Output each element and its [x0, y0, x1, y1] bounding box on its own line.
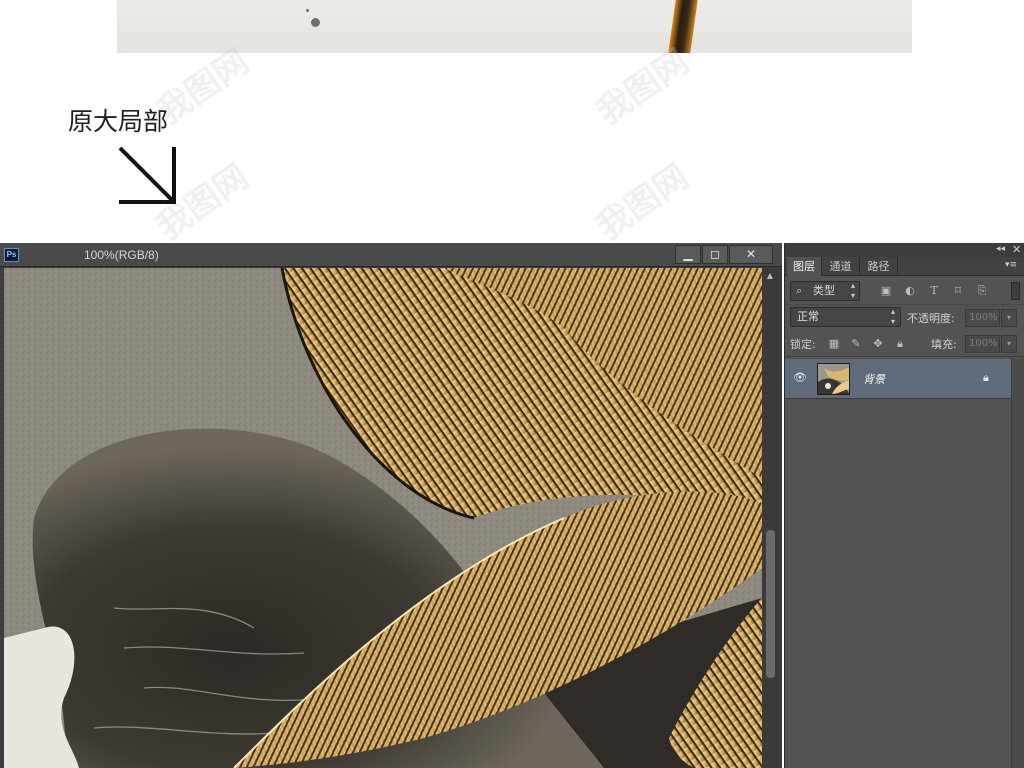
tab-layers[interactable]: 图层	[787, 257, 822, 276]
arrow-down-right-icon	[118, 146, 176, 204]
tab-paths[interactable]: 路径	[860, 257, 898, 276]
filter-kind-label: 类型	[813, 284, 835, 297]
watermark: 我图网	[589, 156, 697, 249]
opacity-field[interactable]: 100%	[965, 309, 1000, 327]
document-canvas[interactable]	[4, 268, 762, 768]
document-titlebar[interactable]: Ps 100%(RGB/8) ▁ ◻ ✕	[0, 243, 782, 267]
lock-all-icon[interactable]: 🔒︎	[893, 337, 907, 351]
layer-filter-row: ⌕ 类型 ▴ ▾ ▣ ◐ T ⌑ ⎘	[785, 277, 1024, 305]
caption-title: 原大局部	[68, 107, 169, 136]
vertical-scrollbar[interactable]: ▲	[763, 268, 777, 768]
layers-panel: ◂◂ ✕ 图层 通道 路径 ▾≡ ⌕ 类型 ▴ ▾ ▣ ◐ T ⌑ ⎘ 正常 ▴ ▾…	[784, 243, 1024, 768]
lock-icon: 🔒︎	[983, 371, 989, 384]
lock-label: 锁定:	[790, 338, 816, 351]
search-icon: ⌕	[796, 284, 803, 297]
preview-speck	[311, 18, 320, 27]
fill-dropdown-icon[interactable]: ▾	[1001, 335, 1017, 353]
close-panel-icon[interactable]: ✕	[1012, 243, 1021, 256]
lock-row: 锁定: ▦ ✎ ✥ 🔒︎ 填充: 100% ▾	[785, 331, 1024, 357]
layer-row[interactable]: 👁︎ 背景 🔒︎	[785, 359, 1011, 399]
scroll-up-arrow-icon[interactable]: ▲	[765, 271, 775, 281]
panel-header-bar: ◂◂ ✕	[785, 243, 1024, 257]
blend-mode-value: 正常	[797, 310, 819, 323]
maximize-button[interactable]: ◻	[702, 245, 728, 264]
adjustment-filter-icon[interactable]: ◐	[904, 285, 916, 297]
lock-move-icon[interactable]: ✥	[871, 337, 885, 351]
filter-toggle-switch[interactable]	[1011, 282, 1020, 300]
filter-kind-select[interactable]: ⌕ 类型 ▴ ▾	[790, 281, 860, 301]
minimize-button[interactable]: ▁	[675, 245, 701, 264]
layer-name[interactable]: 背景	[863, 371, 885, 387]
preview-speck	[306, 9, 309, 12]
panel-tabs: 图层 通道 路径 ▾≡	[785, 257, 1024, 276]
shape-filter-icon[interactable]: ⌑	[952, 285, 964, 297]
tab-channels[interactable]: 通道	[822, 257, 860, 276]
artwork-image	[4, 268, 762, 768]
preview-image-strip	[117, 0, 912, 53]
scrollbar-thumb[interactable]	[766, 530, 775, 678]
opacity-dropdown-icon[interactable]: ▾	[1001, 309, 1017, 327]
blend-row: 正常 ▴ ▾ 不透明度: 100% ▾	[785, 305, 1024, 331]
opacity-label: 不透明度:	[907, 312, 955, 325]
layer-thumbnail	[817, 363, 850, 395]
updown-arrows-icon: ▴ ▾	[891, 307, 896, 326]
document-window: Ps 100%(RGB/8) ▁ ◻ ✕ ▲	[0, 243, 782, 768]
type-filter-icon[interactable]: T	[928, 285, 940, 297]
collapse-panel-icon[interactable]: ◂◂	[996, 244, 1005, 254]
updown-arrows-icon: ▴ ▾	[851, 281, 856, 300]
smartobject-filter-icon[interactable]: ⎘	[976, 285, 988, 297]
fill-field[interactable]: 100%	[965, 335, 1000, 353]
image-filter-icon[interactable]: ▣	[880, 285, 892, 297]
fill-label: 填充:	[931, 338, 957, 351]
lock-transparent-icon[interactable]: ▦	[827, 337, 841, 351]
panel-menu-icon[interactable]: ▾≡	[1005, 260, 1017, 270]
eye-icon[interactable]: 👁︎	[793, 372, 807, 384]
close-button[interactable]: ✕	[729, 245, 773, 264]
preview-gold-stem	[668, 0, 698, 53]
lock-paint-icon[interactable]: ✎	[849, 337, 863, 351]
document-title: 100%(RGB/8)	[84, 248, 159, 262]
panel-scrollbar[interactable]	[1011, 359, 1024, 768]
photoshop-logo-icon: Ps	[4, 248, 19, 262]
blend-mode-select[interactable]: 正常 ▴ ▾	[790, 307, 901, 327]
